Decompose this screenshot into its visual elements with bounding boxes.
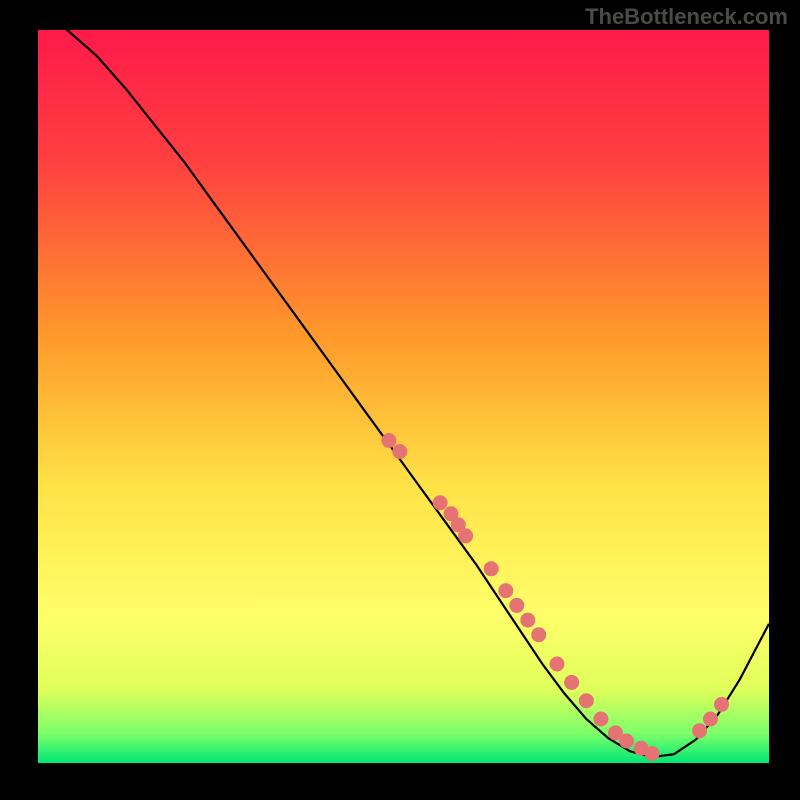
data-point xyxy=(714,697,729,712)
data-point xyxy=(645,746,660,761)
data-point xyxy=(692,723,707,738)
data-point xyxy=(520,613,535,628)
data-point xyxy=(392,444,407,459)
data-point xyxy=(593,712,608,727)
data-point xyxy=(619,734,634,749)
data-point xyxy=(550,657,565,672)
plot-background xyxy=(38,30,769,763)
data-point xyxy=(458,528,473,543)
data-point xyxy=(703,712,718,727)
bottleneck-chart xyxy=(0,0,800,800)
data-point xyxy=(484,561,499,576)
watermark-text: TheBottleneck.com xyxy=(585,4,788,30)
chart-container: TheBottleneck.com xyxy=(0,0,800,800)
data-point xyxy=(564,675,579,690)
data-point xyxy=(579,693,594,708)
data-point xyxy=(509,598,524,613)
data-point xyxy=(531,627,546,642)
data-point xyxy=(433,495,448,510)
data-point xyxy=(498,583,513,598)
data-point xyxy=(381,433,396,448)
